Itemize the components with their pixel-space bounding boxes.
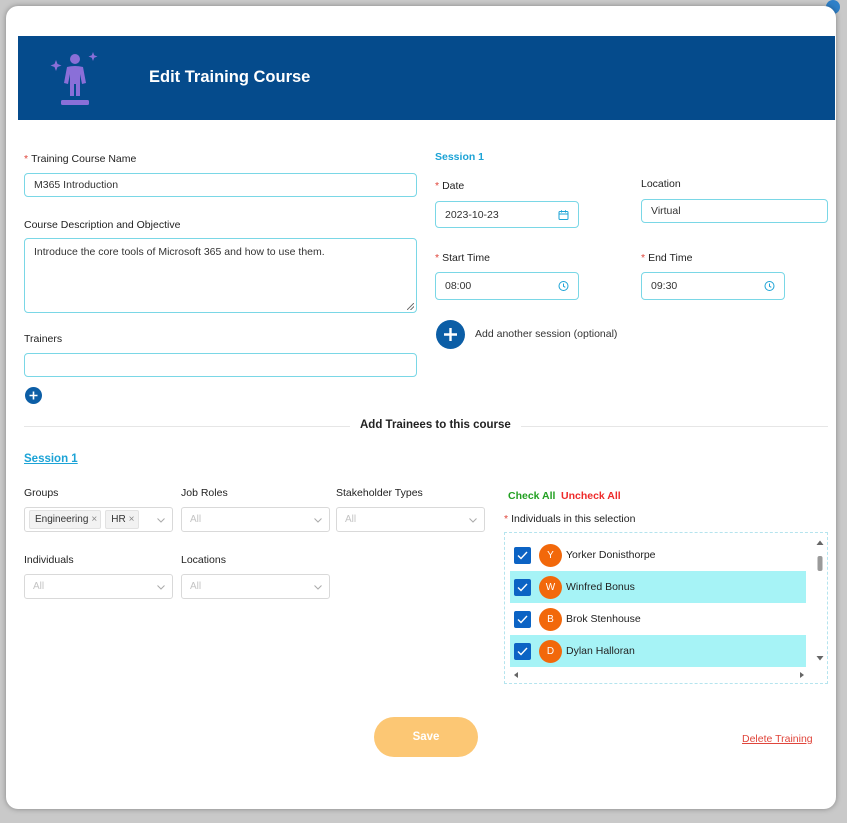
list-item[interactable]: W Winfred Bonus [510,571,806,603]
resize-handle[interactable] [407,303,414,310]
date-input[interactable]: 2023-10-23 [435,201,579,228]
trainees-section-title: Add Trainees to this course [350,419,521,431]
chevron-down-icon [157,585,165,590]
dialog-header: Edit Training Course [18,36,835,120]
groups-select[interactable]: Engineering × HR × [24,507,173,532]
remove-tag-icon[interactable]: × [129,514,135,525]
edit-training-dialog: Edit Training Course * Training Course Na… [6,6,836,809]
course-name-label-text: Training Course Name [31,153,137,165]
location-input[interactable]: Virtual [641,199,828,223]
required-asterisk: * [504,513,509,525]
checkbox[interactable] [514,578,531,596]
horizontal-scrollbar[interactable] [513,671,805,679]
dialog-title: Edit Training Course [149,68,311,86]
individuals-select[interactable]: All [24,574,173,599]
stakeholder-types-label: Stakeholder Types [336,487,423,499]
date-label: * Date [435,180,464,192]
required-asterisk: * [24,153,29,165]
checkmark-icon [517,615,528,624]
locations-placeholder: All [190,581,202,592]
individual-name: Dylan Halloran [566,645,635,657]
date-value: 2023-10-23 [445,208,499,221]
checkmark-icon [517,583,528,592]
job-roles-placeholder: All [190,514,202,525]
checkmark-icon [517,551,528,560]
individuals-list-label-text: Individuals in this selection [511,513,636,525]
individual-name: Yorker Donisthorpe [566,549,656,561]
avatar: D [539,639,562,663]
individuals-list-label: * Individuals in this selection [504,513,635,525]
individual-name: Winfred Bonus [566,581,635,593]
checkbox[interactable] [514,610,531,628]
list-item[interactable]: D Dylan Halloran [510,635,806,667]
groups-label: Groups [24,487,59,499]
end-time-label: * End Time [641,252,692,264]
list-item[interactable]: B Brok Stenhouse [510,603,806,635]
course-name-input[interactable]: M365 Introduction [24,173,417,197]
remove-tag-icon[interactable]: × [91,514,97,525]
delete-training-link[interactable]: Delete Training [742,733,813,745]
chevron-down-icon [469,518,477,523]
clock-icon[interactable] [558,281,569,292]
avatar: B [539,607,562,631]
chevron-down-icon [314,585,322,590]
session-title: Session 1 [435,151,485,163]
avatar: W [539,575,562,599]
individuals-label: Individuals [24,554,74,566]
end-time-input[interactable]: 09:30 [641,272,785,300]
job-roles-select[interactable]: All [181,507,330,532]
job-roles-label: Job Roles [181,487,228,499]
chevron-down-icon [157,518,165,523]
chevron-down-icon [314,518,322,523]
date-label-text: Date [442,180,465,192]
checkbox[interactable] [514,642,531,660]
stakeholder-types-select[interactable]: All [336,507,485,532]
group-tag-engineering: Engineering × [29,510,102,529]
vertical-scrollbar[interactable] [815,539,825,663]
checkmark-icon [517,647,528,656]
individual-name: Brok Stenhouse [566,613,641,625]
end-time-value: 09:30 [651,280,678,292]
required-asterisk: * [435,180,440,192]
locations-select[interactable]: All [181,574,330,599]
add-session-button[interactable] [436,320,465,349]
clock-icon[interactable] [764,281,775,292]
plus-icon [444,328,457,341]
trainers-input[interactable] [24,353,417,377]
start-time-label-text: Start Time [442,252,490,264]
session-1-tab[interactable]: Session 1 [24,453,78,465]
add-trainer-button[interactable] [25,387,42,404]
avatar: Y [539,543,562,567]
check-all-link[interactable]: Check All [508,490,555,502]
person-sparkle-icon [50,52,98,105]
uncheck-all-link[interactable]: Uncheck All [561,490,621,502]
start-time-value: 08:00 [445,280,472,292]
end-time-label-text: End Time [648,252,693,264]
tag-label: Engineering [35,514,89,525]
list-item[interactable]: Y Yorker Donisthorpe [510,539,806,571]
start-time-input[interactable]: 08:00 [435,272,579,300]
locations-label: Locations [181,554,226,566]
course-name-label: * Training Course Name [24,153,136,165]
group-tag-hr: HR × [105,510,139,529]
description-value: Introduce the core tools of Microsoft 36… [34,246,325,258]
trainers-label: Trainers [24,333,63,345]
description-label: Course Description and Objective [24,219,181,231]
individuals-placeholder: All [33,581,45,592]
calendar-icon[interactable] [558,209,569,220]
individuals-listbox[interactable]: Y Yorker Donisthorpe W Winfred Bonus B B… [504,532,828,684]
save-button[interactable]: Save [374,717,478,757]
plus-icon [29,391,38,400]
location-label: Location [641,178,681,190]
location-value: Virtual [651,205,681,217]
stakeholder-types-placeholder: All [345,514,357,525]
course-name-value: M365 Introduction [34,179,119,191]
required-asterisk: * [435,252,440,264]
start-time-label: * Start Time [435,252,490,264]
description-textarea[interactable]: Introduce the core tools of Microsoft 36… [24,238,417,313]
checkbox[interactable] [514,546,531,564]
required-asterisk: * [641,252,646,264]
tag-label: HR [111,514,126,525]
add-session-label[interactable]: Add another session (optional) [475,328,617,340]
